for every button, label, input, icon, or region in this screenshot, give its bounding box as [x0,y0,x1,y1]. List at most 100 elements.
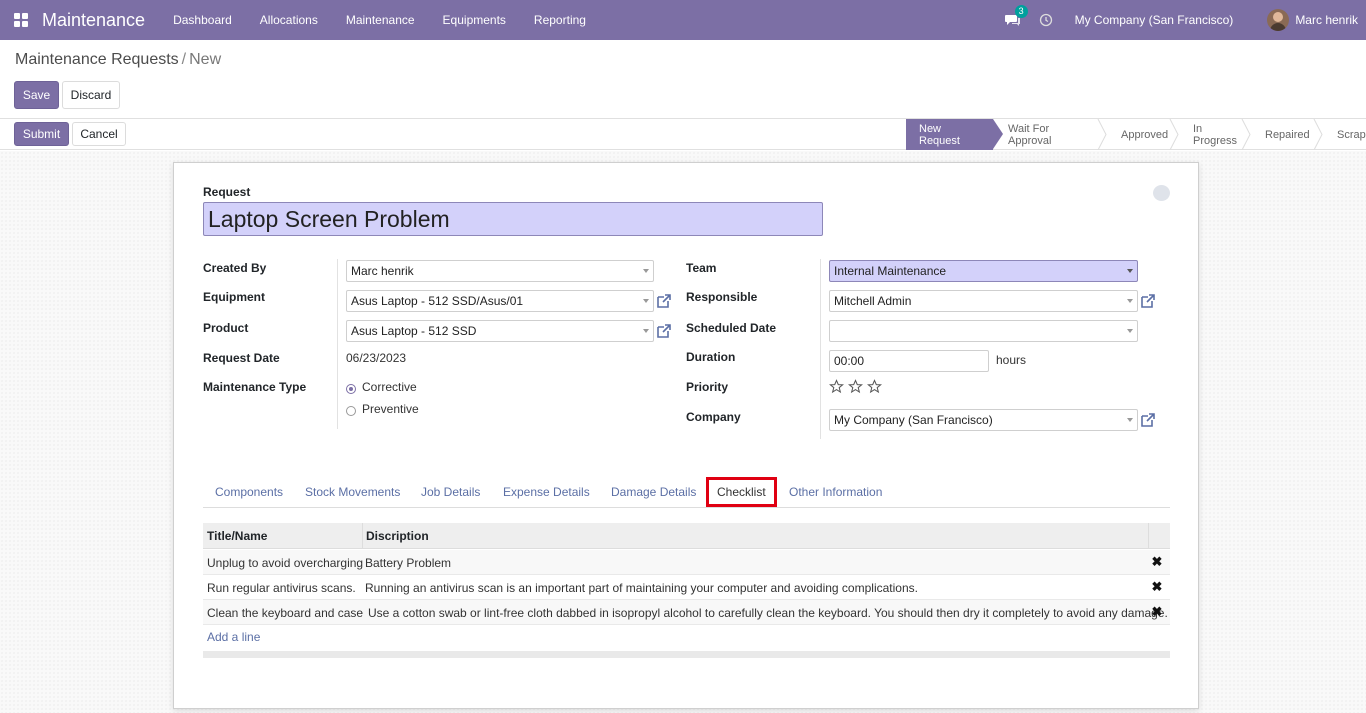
tab-other-information[interactable]: Other Information [789,477,882,507]
menu-dashboard[interactable]: Dashboard [173,13,232,27]
team-field[interactable]: Internal Maintenance [829,260,1138,282]
responsible-external-link-icon[interactable] [1140,293,1156,309]
scheduled-date-field[interactable] [829,320,1138,342]
equipment-field[interactable]: Asus Laptop - 512 SSD/Asus/01 [346,290,654,312]
product-field[interactable]: Asus Laptop - 512 SSD [346,320,654,342]
dropdown-caret-icon [1127,329,1133,333]
duration-field[interactable]: 00:00 [829,350,989,372]
row-description[interactable]: Running an antivirus scan is an importan… [365,575,918,600]
column-header-description[interactable]: Discription [366,523,429,549]
activity-clock-icon[interactable] [1039,13,1053,27]
responsible-label: Responsible [686,290,758,304]
company-field[interactable]: My Company (San Francisco) [829,409,1138,431]
tab-job-details[interactable]: Job Details [421,477,480,507]
discard-button[interactable]: Discard [62,81,120,109]
table-row[interactable]: Unplug to avoid overcharging Battery Pro… [203,550,1170,575]
responsible-field[interactable]: Mitchell Admin [829,290,1138,312]
delete-row-icon[interactable]: ✖ [1150,604,1164,619]
chat-icon[interactable]: 3 [1004,5,1028,27]
checklist-table-header: Title/Name Discription [203,523,1170,549]
equipment-external-link-icon[interactable] [656,293,672,309]
menu-equipments[interactable]: Equipments [443,13,506,27]
form-sheet: Request Laptop Screen Problem Created By… [173,162,1199,709]
preventive-option-label[interactable]: Preventive [362,402,419,416]
row-title[interactable]: Unplug to avoid overcharging [207,550,363,575]
table-row[interactable]: Clean the keyboard and case Use a cotton… [203,600,1170,625]
breadcrumb: Maintenance Requests / New [15,51,221,69]
breadcrumb-parent[interactable]: Maintenance Requests [15,51,179,68]
tab-components[interactable]: Components [215,477,283,507]
delete-row-icon[interactable]: ✖ [1150,579,1164,594]
corrective-option-label[interactable]: Corrective [362,380,417,394]
tab-expense-details[interactable]: Expense Details [503,477,590,507]
company-switcher[interactable]: My Company (San Francisco) [1075,13,1234,27]
delete-row-icon[interactable]: ✖ [1150,554,1164,569]
product-value: Asus Laptop - 512 SSD [351,324,477,338]
cancel-button[interactable]: Cancel [72,122,126,146]
radio-preventive[interactable] [346,406,356,416]
row-title[interactable]: Clean the keyboard and case [207,600,363,625]
priority-star-icon[interactable] [829,379,844,394]
request-date-value[interactable]: 06/23/2023 [346,351,406,365]
created-by-label: Created By [203,261,267,275]
stage-approved[interactable]: Approved [1103,119,1179,150]
team-label: Team [686,261,717,275]
dropdown-caret-icon [1127,418,1133,422]
user-name[interactable]: Marc henrik [1295,13,1358,27]
menu-reporting[interactable]: Reporting [534,13,586,27]
row-title[interactable]: Run regular antivirus scans. [207,575,356,600]
stage-pipeline: New Request Wait For Approval Approved I… [906,119,1366,150]
add-line-link[interactable]: Add a line [207,630,260,644]
tab-stock-movements[interactable]: Stock Movements [305,477,400,507]
tab-damage-details[interactable]: Damage Details [611,477,696,507]
stage-new-request[interactable]: New Request [906,119,1003,150]
company-label: Company [686,410,741,424]
product-label: Product [203,321,249,335]
created-by-field[interactable]: Marc henrik [346,260,654,282]
stage-label: Approved [1121,128,1169,141]
apps-menu-icon[interactable] [14,13,28,27]
user-avatar[interactable] [1267,9,1290,31]
tab-checklist[interactable]: Checklist [706,477,777,507]
maintenance-type-label: Maintenance Type [203,380,307,394]
duration-label: Duration [686,350,736,364]
duration-unit: hours [996,353,1027,367]
stage-in-progress[interactable]: In Progress [1175,119,1251,150]
scheduled-date-label: Scheduled Date [686,321,777,335]
row-description[interactable]: Battery Problem [365,550,451,575]
equipment-label: Equipment [203,290,265,304]
menu-allocations[interactable]: Allocations [260,13,318,27]
request-date-label: Request Date [203,351,280,365]
save-button[interactable]: Save [14,81,59,109]
radio-corrective[interactable] [346,384,356,394]
team-value: Internal Maintenance [834,264,947,278]
row-description[interactable]: Use a cotton swab or lint-free cloth dab… [368,600,1168,625]
stage-label: Wait For Approval [1008,122,1052,147]
column-divider [362,523,363,549]
kanban-state-indicator[interactable] [1153,185,1170,201]
responsible-value: Mitchell Admin [834,294,912,308]
stage-label: Repaired [1265,128,1310,141]
priority-label: Priority [686,380,729,394]
request-title-input[interactable]: Laptop Screen Problem [203,202,823,236]
stage-scrap[interactable]: Scrap [1319,119,1366,150]
breadcrumb-separator: / [181,51,187,68]
app-brand[interactable]: Maintenance [42,10,145,31]
stage-repaired[interactable]: Repaired [1247,119,1323,150]
priority-star-icon[interactable] [867,379,882,394]
menu-maintenance[interactable]: Maintenance [346,13,415,27]
column-divider [820,259,821,439]
priority-star-icon[interactable] [848,379,863,394]
dropdown-caret-icon [1127,299,1133,303]
request-label: Request [203,185,251,199]
notebook-tabs: Components Stock Movements Job Details E… [203,477,1170,508]
chat-count-badge: 3 [1014,5,1028,18]
stage-wait-for-approval[interactable]: Wait For Approval [993,119,1107,150]
table-row[interactable]: Run regular antivirus scans. Running an … [203,575,1170,600]
column-header-title[interactable]: Title/Name [207,523,267,549]
stage-label: In Progress [1193,122,1238,147]
dropdown-caret-icon [643,329,649,333]
product-external-link-icon[interactable] [656,323,672,339]
company-external-link-icon[interactable] [1140,412,1156,428]
submit-button[interactable]: Submit [14,122,69,146]
